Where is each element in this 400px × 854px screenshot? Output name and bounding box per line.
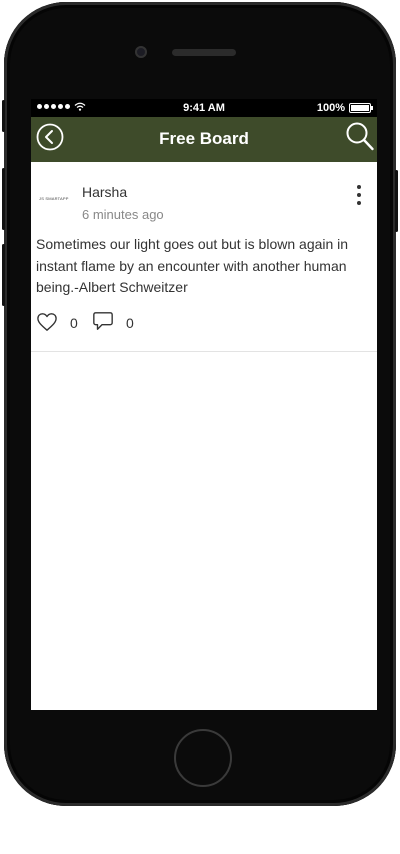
volume-up-button: [2, 168, 5, 230]
power-button: [395, 170, 398, 232]
search-icon: [346, 122, 374, 151]
avatar: JS SMARTAPP: [39, 196, 69, 201]
volume-down-button: [2, 244, 5, 306]
more-options-button[interactable]: [355, 185, 363, 211]
post-body: Sometimes our light goes out but is blow…: [36, 236, 349, 295]
post-time: 6 minutes ago: [82, 207, 164, 222]
heart-icon[interactable]: [36, 312, 58, 332]
mute-switch: [2, 100, 5, 132]
battery-percent: 100%: [316, 102, 345, 114]
front-camera: [135, 46, 147, 58]
comment-count: 0: [126, 315, 134, 331]
phone-frame: 9:41 AM 100% Free Board JS SMARTAPP Hars…: [4, 2, 396, 806]
comment-bubble-icon[interactable]: [92, 310, 114, 332]
post-card[interactable]: JS SMARTAPP Harsha 6 minutes ago Sometim…: [31, 162, 377, 352]
like-count: 0: [70, 315, 78, 331]
phone-screen: 9:41 AM 100% Free Board JS SMARTAPP Hars…: [31, 99, 377, 710]
page-title: Free Board: [159, 129, 249, 148]
app-header: Free Board: [31, 117, 377, 162]
more-vertical-icon: [357, 185, 361, 189]
earpiece-speaker: [172, 49, 236, 56]
status-bar: 9:41 AM 100%: [31, 99, 377, 117]
post-author[interactable]: Harsha: [82, 184, 127, 200]
search-button[interactable]: [345, 121, 375, 153]
battery-icon: [349, 103, 373, 113]
home-button[interactable]: [174, 729, 232, 787]
status-right: 100%: [316, 102, 373, 114]
